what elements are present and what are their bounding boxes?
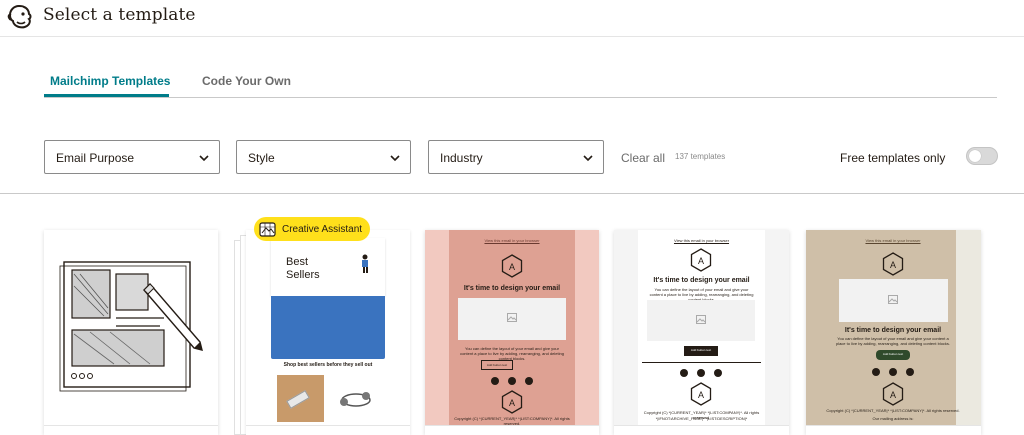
product-photo-headphones [340,392,371,407]
card-footer [44,425,218,435]
email-body-text: You can define the layout of your email … [460,346,564,361]
view-in-browser-link[interactable]: View this email in your browser [638,238,765,243]
image-icon [696,315,706,324]
svg-text:A: A [698,256,704,266]
email-heading: It's time to design your email [844,327,942,334]
template-card-white[interactable]: View this email in your browser A It's t… [614,230,789,435]
top-bar: Select a template [0,0,1024,37]
image-icon [888,295,898,304]
facebook-icon [491,377,499,385]
template-card-creative-assistant[interactable]: Best Sellers Shop best sellers before th… [246,230,410,435]
tab-code-your-own[interactable]: Code Your Own [202,74,291,88]
card-footer [806,425,981,435]
card-footer [614,425,789,435]
svg-text:A: A [890,260,896,270]
email-footer: Copyright (C) *|CURRENT_YEAR|* *|LIST:CO… [826,408,960,413]
toggle-knob [969,150,981,162]
logo-hexagon-icon: A [882,252,904,276]
free-templates-toggle[interactable] [966,147,998,165]
instagram-icon [889,368,897,376]
email-button: Add button text [481,360,513,370]
style-select[interactable]: Style [236,140,411,174]
template-card-salmon[interactable]: View this email in your browser A It's t… [425,230,599,435]
email-footer-secondary: Our mailing address is: [872,416,914,421]
best-sellers-headline: Best Sellers [286,256,320,281]
facebook-icon [680,369,688,377]
card-footer [246,425,410,435]
email-body-text: You can define the layout of your email … [835,336,951,346]
twitter-icon [906,368,914,376]
email-divider [642,362,761,363]
twitter-icon [525,377,533,385]
template-card-beige[interactable]: View this email in your browser A It's t… [806,230,981,435]
free-templates-label: Free templates only [840,151,946,165]
image-placeholder [647,300,755,341]
clear-all-link[interactable]: Clear all [621,151,665,165]
email-body-panel: View this email in your browser A It's t… [638,230,765,425]
email-footer-secondary: *|IFNOT:ARCHIVE_PAGE|* *|LIST:DESCRIPTIO… [655,416,748,421]
svg-text:A: A [509,398,515,408]
best-sellers-tagline: Shop best sellers before they sell out [283,362,373,368]
footer-logo-hexagon-icon: A [501,390,523,414]
page-title: Select a template [43,5,196,25]
figure-icon [362,254,368,273]
facebook-icon [872,368,880,376]
email-body-panel: View this email in your browser A It's t… [449,230,575,426]
email-heading: It's time to design your email [653,277,750,284]
email-body-panel: View this email in your browser A It's t… [806,230,960,425]
template-card-blank[interactable] [44,230,218,435]
template-tabs: Mailchimp Templates Code Your Own [44,64,997,98]
footer-logo-hexagon-icon: A [882,382,904,406]
card-footer [425,425,599,435]
email-button: Add button text [876,350,910,360]
view-in-browser-link[interactable]: View this email in your browser [449,238,575,243]
image-placeholder [458,298,566,340]
image-placeholder [839,279,948,322]
email-purpose-label: Email Purpose [56,151,135,165]
svg-text:A: A [509,262,515,272]
twitter-icon [714,369,722,377]
section-divider [0,193,1024,194]
industry-label: Industry [440,151,483,165]
chevron-down-icon [199,155,209,162]
mailchimp-logo-icon[interactable] [5,2,35,32]
creative-assistant-icon [259,222,276,237]
email-purpose-select[interactable]: Email Purpose [44,140,220,174]
style-label: Style [248,151,275,165]
instagram-icon [508,377,516,385]
footer-logo-hexagon-icon: A [690,382,712,406]
blue-hero-block [271,296,385,359]
logo-hexagon-icon: A [501,254,523,278]
image-icon [507,313,517,322]
product-photo-phone [277,375,324,422]
view-in-browser-link[interactable]: View this email in your browser [818,238,968,243]
chevron-down-icon [583,155,593,162]
creative-assistant-badge[interactable]: Creative Assistant [254,217,370,241]
tab-active-indicator [44,94,169,97]
svg-text:A: A [890,390,896,400]
logo-hexagon-icon: A [690,248,712,272]
industry-select[interactable]: Industry [428,140,604,174]
chevron-down-icon [390,155,400,162]
best-sellers-header: Best Sellers [271,238,385,296]
tab-mailchimp-templates[interactable]: Mailchimp Templates [50,74,170,88]
sketch-layout-illustration [59,261,203,392]
instagram-icon [697,369,705,377]
template-count: 137 templates [675,152,726,161]
email-heading: It's time to design your email [463,285,561,292]
creative-assistant-label: Creative Assistant [282,223,363,235]
email-button: Add button text [684,346,718,356]
svg-text:A: A [698,390,704,400]
